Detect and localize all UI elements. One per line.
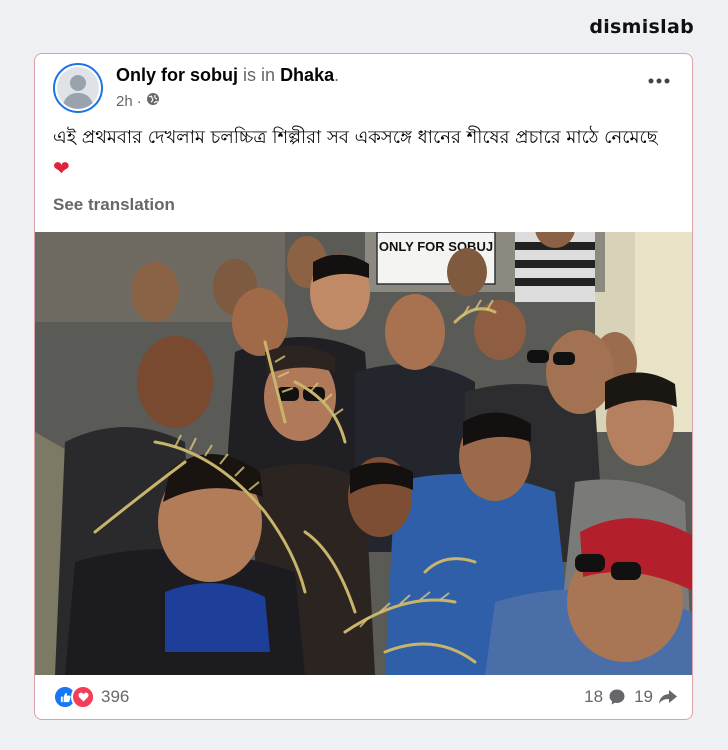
author-name[interactable]: Only for sobuj <box>116 65 238 85</box>
post-header: Only for sobuj is in Dhaka. <box>116 65 339 86</box>
see-translation-link[interactable]: See translation <box>53 195 175 215</box>
engagement-stats: 18 19 <box>584 687 678 707</box>
group-selfie-photo: ONLY FOR SOBUJ <box>35 232 692 675</box>
reaction-count: 396 <box>101 687 130 706</box>
comments-stat[interactable]: 18 <box>584 687 626 707</box>
post-text-body: এই প্রথমবার দেখলাম চলচ্চিত্র শিল্পীরা সব… <box>53 127 658 148</box>
default-avatar-icon <box>57 67 99 109</box>
comment-icon <box>609 689 625 705</box>
more-options-button[interactable] <box>648 72 670 84</box>
comment-count: 18 <box>584 687 604 706</box>
post-photo[interactable]: ONLY FOR SOBUJ <box>35 232 692 675</box>
location-link[interactable]: Dhaka <box>280 65 334 85</box>
globe-icon <box>146 92 160 110</box>
share-icon <box>659 690 677 704</box>
brand-logo: dismislab <box>589 16 694 38</box>
avatar[interactable] <box>53 63 103 113</box>
is-in-label: is in <box>243 65 276 85</box>
love-icon <box>71 685 95 709</box>
post-card: Only for sobuj is in Dhaka. 2h · এই প্রথ… <box>34 53 693 720</box>
heart-emoji-icon: ❤ <box>53 156 70 180</box>
post-meta: 2h · <box>116 92 160 110</box>
post-text: এই প্রথমবার দেখলাম চলচ্চিত্র শিল্পীরা সব… <box>53 122 673 185</box>
share-count: 19 <box>634 687 653 706</box>
more-icon <box>648 78 670 84</box>
reactions-summary[interactable]: 396 <box>53 685 129 709</box>
meta-separator: · <box>136 92 142 110</box>
post-time[interactable]: 2h <box>116 93 133 110</box>
header-punct: . <box>334 65 340 85</box>
post-footer: 396 18 19 <box>35 675 692 719</box>
shares-stat[interactable]: 19 <box>634 687 678 707</box>
